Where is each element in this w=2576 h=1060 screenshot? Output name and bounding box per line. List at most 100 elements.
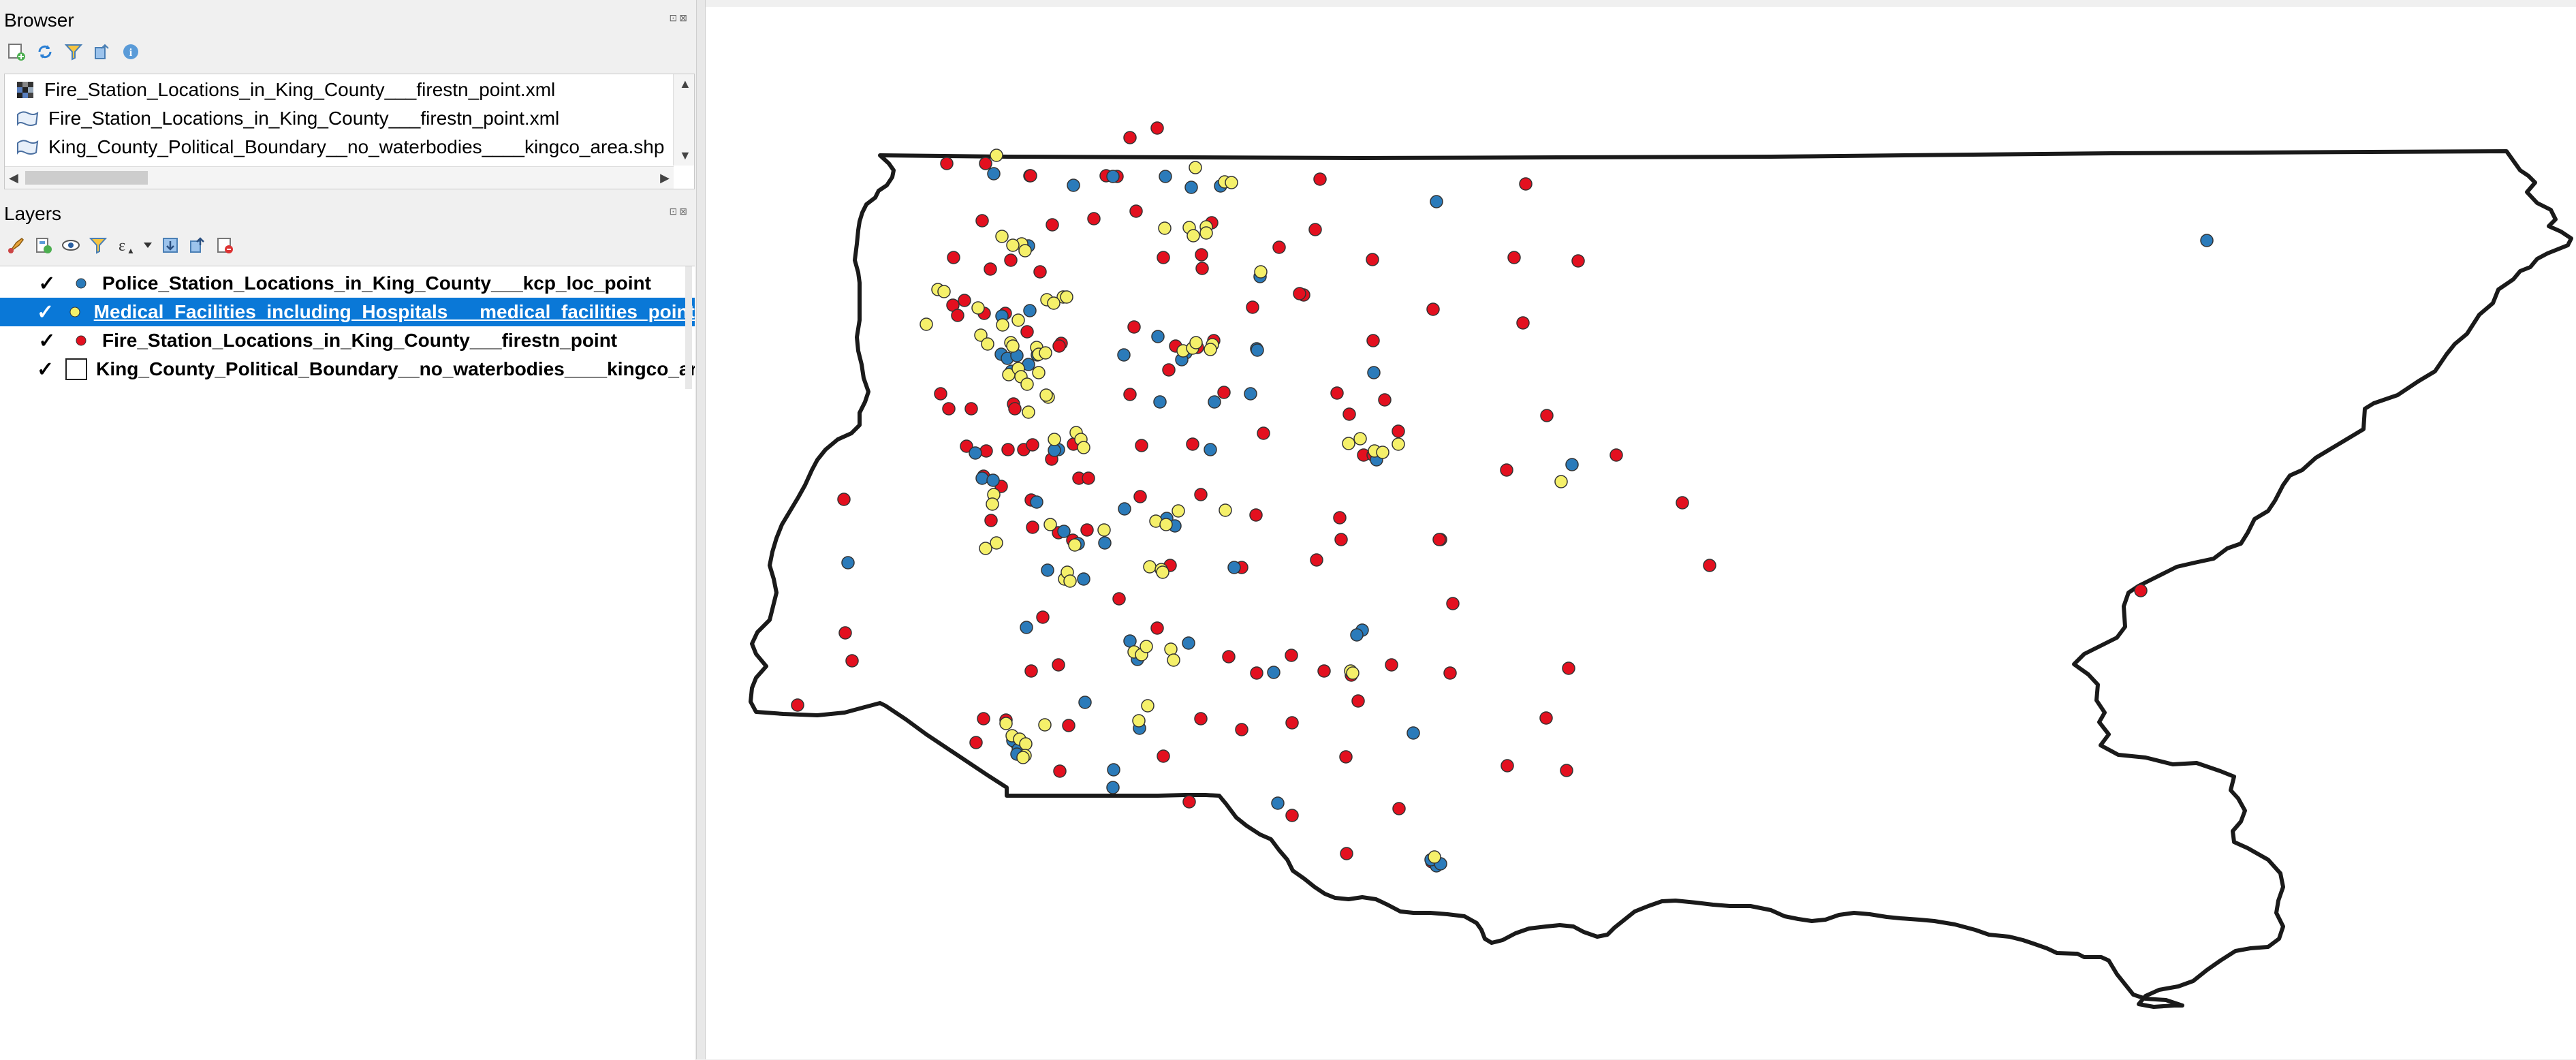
fire-station-point[interactable] bbox=[1195, 262, 1209, 275]
fire-station-point[interactable] bbox=[964, 402, 978, 416]
police-station-point[interactable] bbox=[969, 446, 982, 460]
add-group-icon[interactable] bbox=[33, 234, 54, 256]
police-station-point[interactable] bbox=[987, 167, 1001, 181]
layers-tree[interactable]: ✓ Police_Station_Locations_in_King_Count… bbox=[0, 266, 695, 1060]
fire-station-point[interactable] bbox=[1676, 496, 1689, 510]
medical-facility-point[interactable] bbox=[1219, 503, 1232, 517]
fire-station-point[interactable] bbox=[1052, 658, 1065, 672]
fire-station-point[interactable] bbox=[1082, 471, 1095, 485]
fire-station-point[interactable] bbox=[1195, 248, 1208, 262]
medical-facility-point[interactable] bbox=[1225, 176, 1238, 189]
police-station-point[interactable] bbox=[1159, 170, 1172, 183]
police-station-point[interactable] bbox=[1407, 726, 1420, 740]
fire-station-point[interactable] bbox=[1285, 716, 1299, 730]
fire-station-point[interactable] bbox=[1443, 666, 1457, 680]
collapse-icon[interactable] bbox=[91, 41, 113, 63]
medical-facility-point[interactable] bbox=[1428, 850, 1441, 864]
police-station-point[interactable] bbox=[1067, 178, 1080, 192]
medical-facility-point[interactable] bbox=[1189, 336, 1203, 349]
police-station-point[interactable] bbox=[1107, 763, 1120, 777]
police-station-point[interactable] bbox=[1350, 628, 1364, 642]
fire-station-point[interactable] bbox=[1507, 251, 1521, 264]
police-station-point[interactable] bbox=[1251, 343, 1264, 357]
fire-station-point[interactable] bbox=[1150, 121, 1164, 135]
filter-icon[interactable] bbox=[63, 41, 84, 63]
medical-facility-point[interactable] bbox=[1063, 574, 1077, 588]
police-station-point[interactable] bbox=[1041, 563, 1054, 577]
fire-station-point[interactable] bbox=[1123, 131, 1137, 144]
fire-station-point[interactable] bbox=[940, 157, 954, 170]
fire-station-point[interactable] bbox=[1133, 490, 1147, 503]
police-station-point[interactable] bbox=[1267, 666, 1281, 679]
police-station-point[interactable] bbox=[1117, 348, 1131, 362]
police-station-point[interactable] bbox=[1244, 387, 1257, 401]
police-station-point[interactable] bbox=[1023, 304, 1037, 317]
scroll-right-icon[interactable]: ▶ bbox=[660, 171, 670, 185]
medical-facility-point[interactable] bbox=[1143, 560, 1157, 574]
fire-station-point[interactable] bbox=[942, 402, 956, 416]
filter-legend-icon[interactable] bbox=[87, 234, 109, 256]
police-station-point[interactable] bbox=[1565, 458, 1579, 471]
police-station-point[interactable] bbox=[2200, 234, 2214, 247]
fire-station-point[interactable] bbox=[1293, 287, 1306, 300]
fire-station-point[interactable] bbox=[1560, 764, 1573, 777]
police-station-point[interactable] bbox=[986, 473, 1000, 487]
medical-facility-point[interactable] bbox=[1047, 296, 1061, 310]
visibility-icon[interactable] bbox=[60, 234, 82, 256]
medical-facility-point[interactable] bbox=[981, 337, 994, 351]
police-station-point[interactable] bbox=[1057, 525, 1071, 538]
fire-station-point[interactable] bbox=[1385, 658, 1398, 672]
browser-tree[interactable]: Fire_Station_Locations_in_King_County___… bbox=[4, 74, 695, 189]
layer-visibility-checkbox[interactable]: ✓ bbox=[37, 358, 54, 381]
scroll-thumb[interactable] bbox=[25, 171, 148, 185]
police-station-point[interactable] bbox=[1227, 561, 1241, 574]
fire-station-point[interactable] bbox=[1182, 795, 1196, 809]
fire-station-point[interactable] bbox=[1186, 437, 1199, 451]
layer-visibility-checkbox[interactable]: ✓ bbox=[37, 330, 57, 352]
info-icon[interactable]: i bbox=[120, 41, 142, 63]
medical-facility-point[interactable] bbox=[1018, 244, 1032, 258]
remove-layer-icon[interactable] bbox=[214, 234, 236, 256]
scroll-up-icon[interactable]: ▲ bbox=[679, 77, 691, 91]
scroll-left-icon[interactable]: ◀ bbox=[9, 171, 18, 185]
fire-station-point[interactable] bbox=[1127, 320, 1141, 334]
expression-filter-icon[interactable]: ε ▲ bbox=[114, 234, 136, 256]
fire-station-point[interactable] bbox=[951, 309, 964, 322]
map-svg[interactable] bbox=[706, 7, 2576, 1059]
medical-facility-point[interactable] bbox=[1011, 313, 1025, 327]
fire-station-point[interactable] bbox=[1222, 650, 1236, 664]
fire-station-point[interactable] bbox=[1162, 363, 1176, 377]
fire-station-point[interactable] bbox=[1609, 448, 1623, 462]
police-station-point[interactable] bbox=[1078, 696, 1092, 709]
fire-station-point[interactable] bbox=[1562, 661, 1575, 675]
fire-station-point[interactable] bbox=[1123, 388, 1137, 401]
fire-station-point[interactable] bbox=[1217, 386, 1231, 399]
police-station-point[interactable] bbox=[1077, 572, 1090, 586]
fire-station-point[interactable] bbox=[1339, 750, 1353, 764]
layer-row-boundary[interactable]: ✓ King_County_Political_Boundary__no_wat… bbox=[0, 355, 695, 384]
police-station-point[interactable] bbox=[1020, 621, 1033, 634]
police-station-point[interactable] bbox=[1204, 443, 1217, 456]
police-station-point[interactable] bbox=[1271, 796, 1285, 810]
fire-station-point[interactable] bbox=[1539, 711, 1553, 725]
fire-station-point[interactable] bbox=[1333, 511, 1347, 525]
browser-horizontal-scrollbar[interactable]: ◀ ▶ bbox=[5, 166, 674, 189]
fire-station-point[interactable] bbox=[1501, 759, 1514, 773]
fire-station-point[interactable] bbox=[1033, 265, 1047, 279]
fire-station-point[interactable] bbox=[1378, 393, 1392, 407]
medical-facility-point[interactable] bbox=[920, 317, 933, 331]
fire-station-point[interactable] bbox=[1052, 339, 1066, 353]
fire-station-point[interactable] bbox=[1087, 212, 1101, 225]
police-station-point[interactable] bbox=[1106, 170, 1120, 183]
collapse-all-icon[interactable] bbox=[187, 234, 208, 256]
police-station-point[interactable] bbox=[1118, 502, 1131, 516]
fire-station-point[interactable] bbox=[1157, 251, 1170, 264]
refresh-icon[interactable] bbox=[34, 41, 56, 63]
medical-facility-point[interactable] bbox=[1039, 388, 1053, 402]
fire-station-point[interactable] bbox=[1426, 302, 1440, 316]
fire-station-point[interactable] bbox=[1194, 712, 1208, 726]
fire-station-point[interactable] bbox=[1008, 402, 1022, 416]
medical-facility-point[interactable] bbox=[990, 536, 1003, 550]
fire-station-point[interactable] bbox=[791, 698, 804, 712]
fire-station-point[interactable] bbox=[845, 654, 859, 668]
